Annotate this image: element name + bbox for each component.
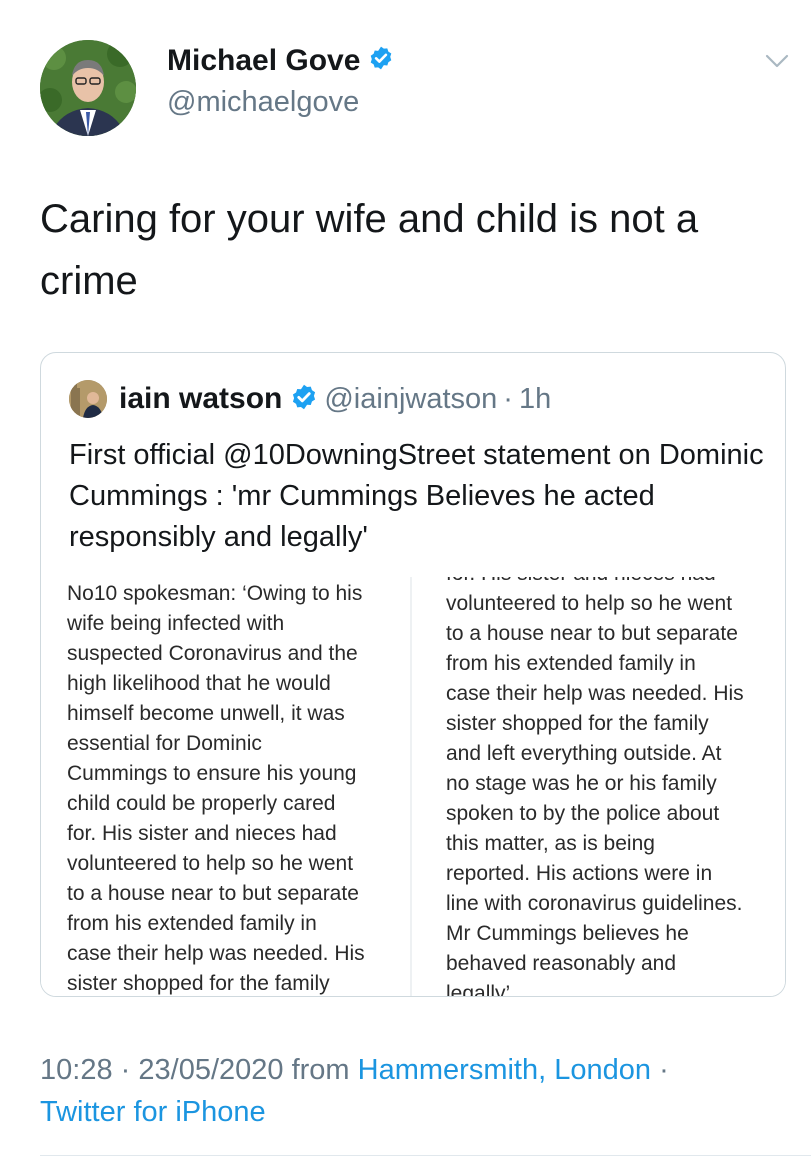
statement-line: No10 spokesman: ‘Owing to his [67, 582, 363, 605]
from-label: from [291, 1054, 350, 1086]
statement-line: line with coronavirus guidelines. [446, 892, 743, 915]
separator-dot: · [503, 382, 513, 415]
separator-dot: · [659, 1054, 669, 1086]
statement-line: himself become unwell, it was [67, 702, 345, 725]
statement-line: Mr Cummings believes he [446, 922, 689, 945]
quoted-tweet-text: First official @10DowningStreet statemen… [69, 439, 764, 553]
statement-line: suspected Coronavirus and the [67, 642, 358, 665]
tweet-text: Caring for your wife and child is not a … [40, 197, 699, 303]
statement-line: and left everything outside. At [446, 742, 722, 765]
quoted-tweet-header: iain watson @iainjwatson · 1h [69, 377, 551, 421]
statement-line: from his extended family in [67, 912, 317, 935]
tweet-location-link[interactable]: Hammersmith, London [358, 1054, 651, 1086]
statement-line: for. His sister and nieces had [446, 577, 785, 589]
statement-image-right-text: for. His sister and nieces had volunteere… [446, 577, 785, 997]
statement-image-left[interactable]: No10 spokesman: ‘Owing to his wife being … [41, 577, 410, 996]
separator-dot: · [120, 1054, 131, 1086]
statement-line: volunteered to help so he went [67, 852, 354, 875]
quoted-media: No10 spokesman: ‘Owing to his wife being … [41, 577, 785, 997]
statement-line: for. His sister and nieces had [67, 822, 337, 845]
quoted-author-avatar [69, 380, 107, 418]
statement-line: child could be properly cared [67, 792, 336, 815]
statement-line: reported. His actions were in [446, 862, 713, 885]
statement-line: spoken to by the police about [446, 802, 720, 825]
statement-line: this matter, as is being [446, 832, 655, 855]
tweet-time: 10:28 [40, 1054, 113, 1086]
author-avatar[interactable] [40, 40, 136, 136]
divider [40, 1155, 811, 1156]
statement-line: legally’ [446, 982, 511, 997]
statement-image-left-text: No10 spokesman: ‘Owing to his wife being … [67, 579, 410, 996]
statement-line: sister shopped for the family [67, 972, 330, 995]
tweet-source-link[interactable]: Twitter for iPhone [40, 1096, 266, 1128]
tweet-date: 23/05/2020 [138, 1054, 284, 1086]
statement-line: from his extended family in [446, 652, 696, 675]
statement-line: behaved reasonably and [446, 952, 677, 975]
author-name-text[interactable]: Michael Gove [167, 44, 360, 77]
verified-badge-icon [368, 43, 394, 81]
statement-line: Cummings to ensure his young [67, 762, 357, 785]
statement-line: to a house near to but separate [446, 622, 738, 645]
statement-line: high likelihood that he would [67, 672, 331, 695]
statement-line: essential for Dominic [67, 732, 262, 755]
statement-line: wife being infected with [67, 612, 285, 635]
statement-line: volunteered to help so he went [446, 592, 733, 615]
quoted-author-handle: @iainjwatson [324, 382, 498, 415]
quoted-author-name: iain watson [119, 382, 283, 415]
statement-line: case their help was needed. His [446, 682, 744, 705]
statement-line: to a house near to but separate [67, 882, 359, 905]
author-name[interactable]: Michael Gove [167, 42, 394, 81]
statement-image-right[interactable]: for. His sister and nieces had volunteere… [410, 577, 785, 997]
tweet-meta: 10:28 · 23/05/2020 from Hammersmith, Lon… [40, 1049, 800, 1133]
verified-badge-icon [290, 383, 318, 416]
statement-line: case their help was needed. His [67, 942, 365, 965]
quoted-tweet[interactable]: iain watson @iainjwatson · 1h First offi… [40, 352, 786, 997]
author-handle[interactable]: @michaelgove [167, 84, 359, 120]
statement-line: sister shopped for the family [446, 712, 709, 735]
statement-line: no stage was he or his family [446, 772, 717, 795]
quoted-tweet-age: 1h [518, 382, 552, 415]
chevron-down-icon[interactable] [764, 52, 790, 75]
